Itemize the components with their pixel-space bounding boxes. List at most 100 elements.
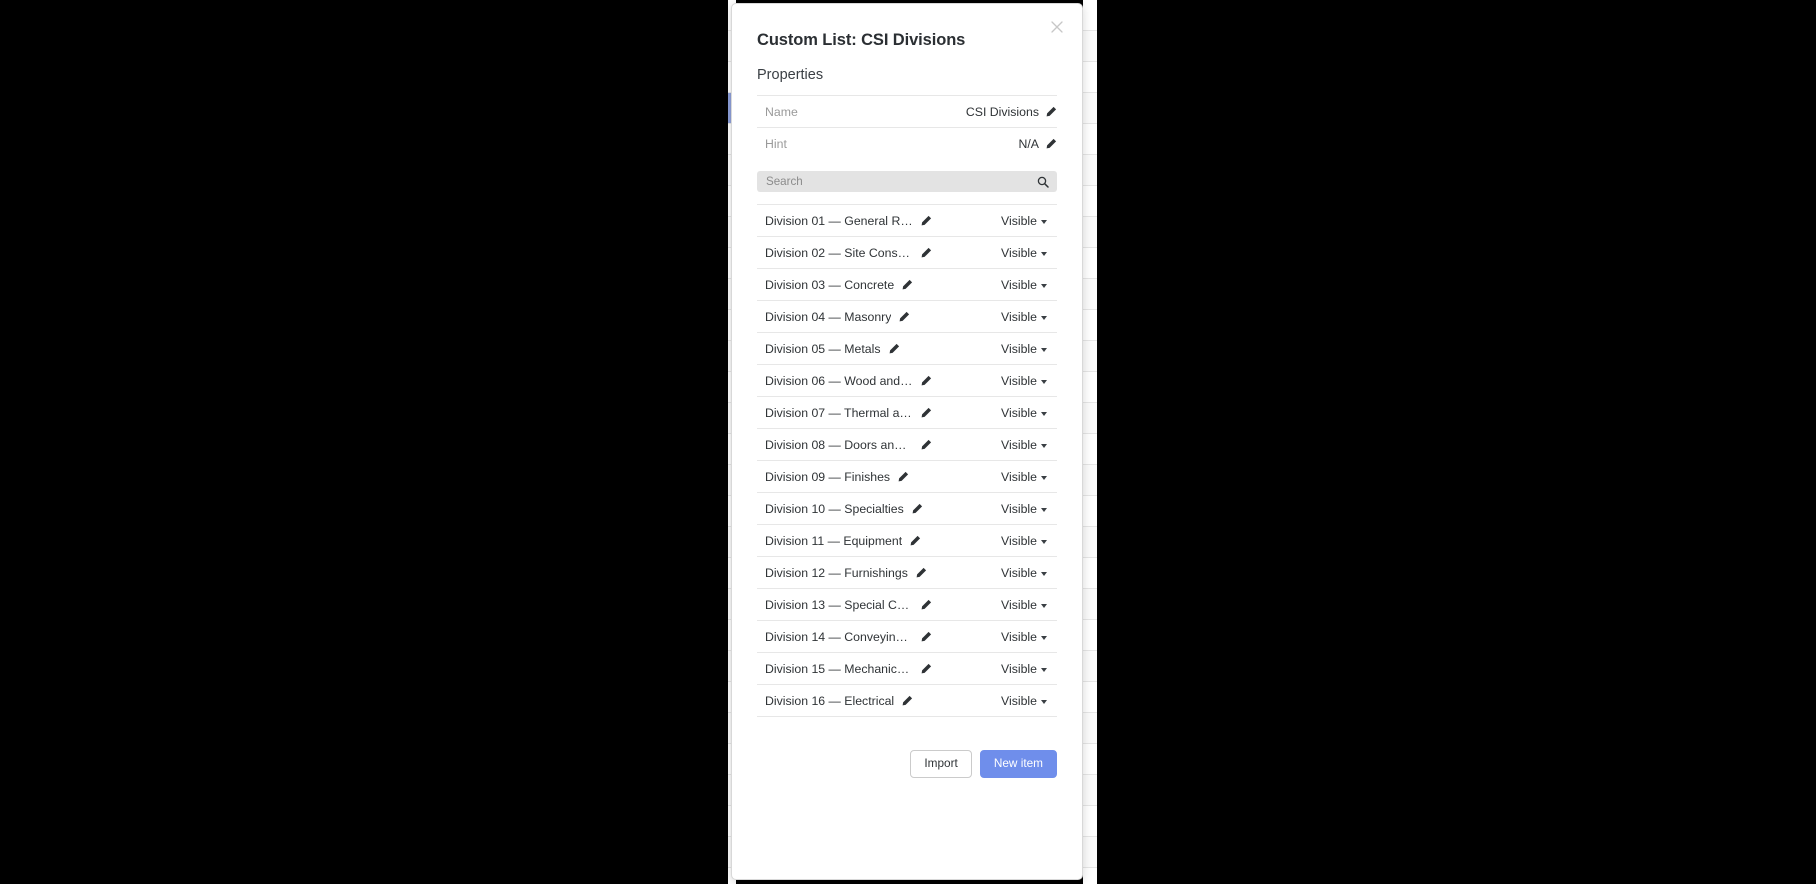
list-item[interactable]: Division 05 — Metals Visible: [757, 332, 1057, 364]
list-item[interactable]: Division 09 — Finishes Visible: [757, 460, 1057, 492]
property-label: Hint: [765, 136, 787, 151]
pencil-icon[interactable]: [1046, 106, 1057, 117]
visibility-dropdown[interactable]: Visible: [1001, 406, 1057, 420]
background-row: [1083, 372, 1097, 403]
list-item-label: Division 09 — Finishes: [765, 469, 891, 484]
pencil-icon[interactable]: [1046, 138, 1057, 149]
background-row: [1083, 186, 1097, 217]
background-row: [1083, 837, 1097, 868]
visibility-dropdown[interactable]: Visible: [1001, 534, 1057, 548]
background-page-right-sliver: [1083, 0, 1097, 884]
list-item-main: Division 01 — General Req...: [757, 214, 932, 228]
background-row: [1083, 217, 1097, 248]
pencil-icon[interactable]: [902, 279, 913, 290]
background-row: [1083, 651, 1097, 682]
pencil-icon[interactable]: [921, 407, 932, 418]
pencil-icon[interactable]: [899, 311, 910, 322]
list-item-label: Division 07 — Thermal and ...: [765, 405, 913, 420]
pencil-icon[interactable]: [921, 599, 932, 610]
chevron-down-icon: [1041, 603, 1047, 608]
background-row: [1083, 31, 1097, 62]
page-title: Custom List: CSI Divisions: [757, 31, 966, 49]
visibility-dropdown[interactable]: Visible: [1001, 662, 1057, 676]
background-row: [1083, 558, 1097, 589]
visibility-dropdown[interactable]: Visible: [1001, 470, 1057, 484]
close-icon[interactable]: [1048, 18, 1066, 36]
background-row: [1083, 62, 1097, 93]
list-item[interactable]: Division 08 — Doors and W... Visible: [757, 428, 1057, 460]
list-item[interactable]: Division 11 — Equipment Visible: [757, 524, 1057, 556]
background-row: [1083, 806, 1097, 837]
new-item-button[interactable]: New item: [979, 750, 1057, 778]
list-item-main: Division 03 — Concrete: [757, 278, 913, 292]
chevron-down-icon: [1041, 635, 1047, 640]
background-row: [1083, 527, 1097, 558]
visibility-dropdown[interactable]: Visible: [1001, 214, 1057, 228]
visibility-dropdown[interactable]: Visible: [1001, 630, 1057, 644]
visibility-dropdown[interactable]: Visible: [1001, 278, 1057, 292]
pencil-icon[interactable]: [921, 631, 932, 642]
list-item[interactable]: Division 04 — Masonry Visible: [757, 300, 1057, 332]
list-items-container: Division 01 — General Req... Visible Divis…: [757, 204, 1057, 717]
list-item[interactable]: Division 03 — Concrete Visible: [757, 268, 1057, 300]
list-item[interactable]: Division 14 — Conveying S... Visible: [757, 620, 1057, 652]
visibility-dropdown-label: Visible: [1000, 405, 1037, 420]
list-item[interactable]: Division 02 — Site Constru... Visible: [757, 236, 1057, 268]
list-item[interactable]: Division 15 — Mechanical/... Visible: [757, 652, 1057, 684]
visibility-dropdown[interactable]: Visible: [1001, 694, 1057, 708]
property-value-container: CSI Divisions: [966, 105, 1057, 119]
import-button[interactable]: Import: [910, 750, 972, 778]
search-input[interactable]: [757, 171, 1057, 192]
visibility-dropdown[interactable]: Visible: [1001, 310, 1057, 324]
background-row: [1083, 155, 1097, 186]
properties-section-title: Properties: [757, 67, 824, 83]
visibility-dropdown-label: Visible: [1000, 629, 1037, 644]
pencil-icon[interactable]: [916, 567, 927, 578]
list-item[interactable]: Division 01 — General Req... Visible: [757, 204, 1057, 236]
visibility-dropdown[interactable]: Visible: [1001, 566, 1057, 580]
visibility-dropdown-label: Visible: [1000, 565, 1037, 580]
visibility-dropdown-label: Visible: [1000, 533, 1037, 548]
search-icon[interactable]: [1037, 176, 1049, 188]
list-item[interactable]: Division 07 — Thermal and ... Visible: [757, 396, 1057, 428]
visibility-dropdown[interactable]: Visible: [1001, 438, 1057, 452]
list-item[interactable]: Division 06 — Wood and Pl... Visible: [757, 364, 1057, 396]
list-item-label: Division 01 — General Req...: [765, 213, 913, 228]
list-item[interactable]: Division 12 — Furnishings Visible: [757, 556, 1057, 588]
chevron-down-icon: [1041, 283, 1047, 288]
background-row: [1083, 620, 1097, 651]
visibility-dropdown[interactable]: Visible: [1001, 342, 1057, 356]
visibility-dropdown[interactable]: Visible: [1001, 502, 1057, 516]
list-item-label: Division 08 — Doors and W...: [765, 437, 913, 452]
pencil-icon[interactable]: [921, 663, 932, 674]
background-row: [1083, 496, 1097, 527]
chevron-down-icon: [1041, 443, 1047, 448]
pencil-icon[interactable]: [921, 247, 932, 258]
property-value: CSI Divisions: [965, 104, 1039, 119]
list-item-label: Division 05 — Metals: [765, 341, 881, 356]
pencil-icon[interactable]: [912, 503, 923, 514]
list-item[interactable]: Division 10 — Specialties Visible: [757, 492, 1057, 524]
list-item-main: Division 09 — Finishes: [757, 470, 909, 484]
visibility-dropdown[interactable]: Visible: [1001, 374, 1057, 388]
background-row: [1083, 589, 1097, 620]
pencil-icon[interactable]: [921, 375, 932, 386]
visibility-dropdown[interactable]: Visible: [1001, 598, 1057, 612]
pencil-icon[interactable]: [889, 343, 900, 354]
list-item-main: Division 02 — Site Constru...: [757, 246, 932, 260]
list-item-main: Division 10 — Specialties: [757, 502, 923, 516]
list-item-label: Division 04 — Masonry: [765, 309, 892, 324]
visibility-dropdown-label: Visible: [1000, 693, 1037, 708]
pencil-icon[interactable]: [898, 471, 909, 482]
pencil-icon[interactable]: [902, 695, 913, 706]
background-row: [1083, 403, 1097, 434]
pencil-icon[interactable]: [910, 535, 921, 546]
visibility-dropdown[interactable]: Visible: [1001, 246, 1057, 260]
pencil-icon[interactable]: [921, 215, 932, 226]
pencil-icon[interactable]: [921, 439, 932, 450]
chevron-down-icon: [1041, 507, 1047, 512]
list-item-label: Division 14 — Conveying S...: [765, 629, 913, 644]
list-item[interactable]: Division 13 — Special Cons... Visible: [757, 588, 1057, 620]
visibility-dropdown-label: Visible: [1000, 501, 1037, 516]
list-item[interactable]: Division 16 — Electrical Visible: [757, 684, 1057, 716]
